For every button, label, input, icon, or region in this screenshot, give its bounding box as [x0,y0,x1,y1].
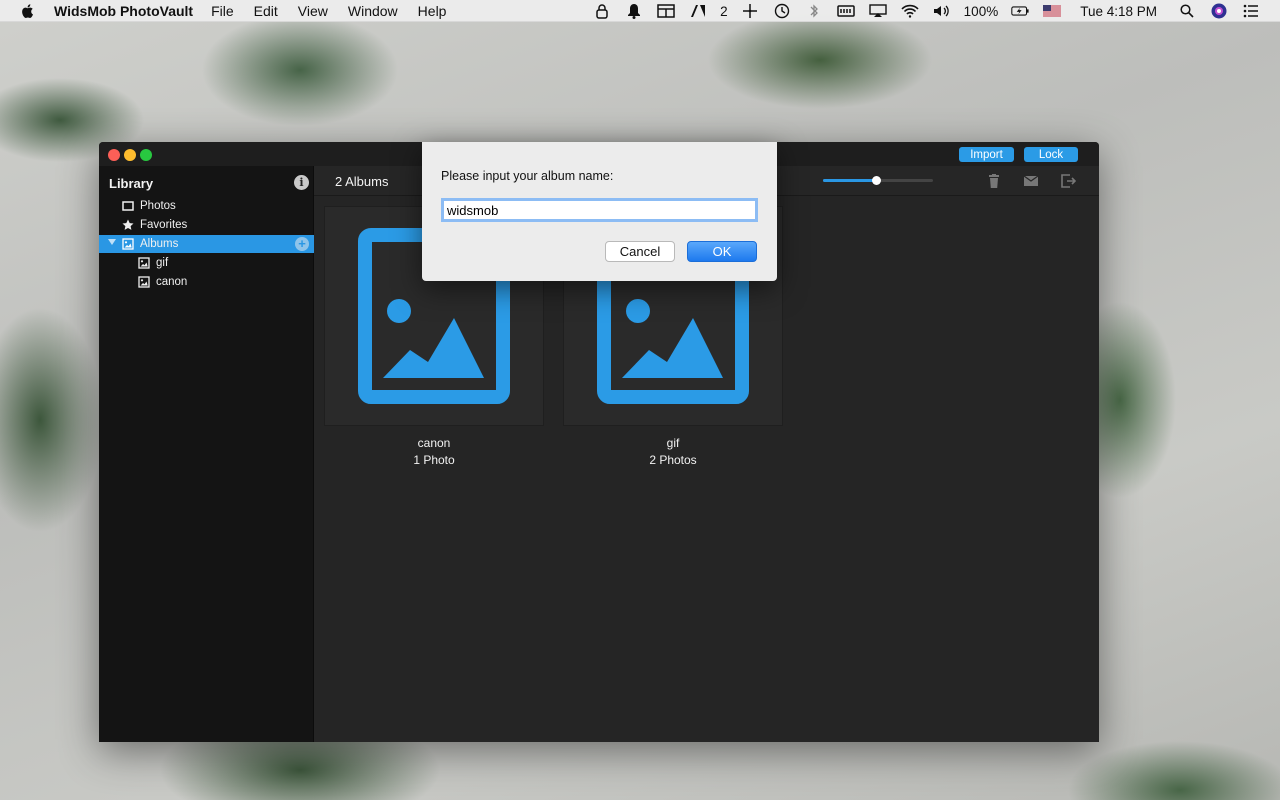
sidebar-item-label: Albums [140,238,179,250]
app-menu[interactable]: WidsMob PhotoVault [54,3,193,19]
photos-icon [121,200,134,212]
slider-fill [823,179,876,182]
album-photo-count: 2 Photos [649,453,697,467]
album-icon [121,238,134,250]
album-name-input[interactable] [441,198,758,222]
zoom-window-button[interactable] [140,149,152,161]
sidebar-item-label: canon [156,276,188,288]
sidebar-item-label: Photos [140,200,176,212]
album-name-dialog: Please input your album name: Cancel OK [422,142,777,281]
star-icon [121,219,134,231]
sidebar-item-favorites[interactable]: Favorites [99,216,314,234]
dialog-prompt: Please input your album name: [441,169,614,183]
battery-charging-icon[interactable] [1011,3,1029,19]
album-count-title: 2 Albums [335,174,389,189]
disclosure-triangle-icon[interactable] [108,239,116,245]
lock-button[interactable]: Lock [1024,147,1078,162]
siri-icon[interactable] [1210,3,1228,19]
sidebar-item-photos[interactable]: Photos [99,197,314,215]
wifi-icon[interactable] [901,3,919,19]
us-flag-icon[interactable] [1043,3,1062,19]
time-machine-icon[interactable] [773,3,791,19]
memory-icon[interactable] [836,3,855,19]
volume-icon[interactable] [933,3,951,19]
album-icon [137,257,150,269]
spotlight-search-icon[interactable] [1178,3,1196,19]
library-title: Library [109,176,154,191]
sidebar-item-gif[interactable]: gif [99,254,314,272]
ok-button[interactable]: OK [687,241,757,262]
battery-percent: 100% [963,3,999,19]
menu-bar: WidsMob PhotoVault File Edit View Window… [0,0,1280,22]
close-window-button[interactable] [108,149,120,161]
sidebar-item-label: Favorites [140,219,188,231]
album-icon [137,276,150,288]
menu-view[interactable]: View [298,3,328,19]
album-name: gif [666,436,680,450]
airplay-icon[interactable] [868,3,887,19]
vault-lock-icon[interactable] [593,3,611,19]
minimize-window-button[interactable] [124,149,136,161]
menu-window[interactable]: Window [348,3,398,19]
info-icon[interactable]: i [294,175,309,190]
cancel-button[interactable]: Cancel [605,241,675,262]
fan-icon[interactable] [741,3,759,19]
menu-edit[interactable]: Edit [254,3,278,19]
adobe-count: 2 [720,3,728,19]
window-manager-icon[interactable] [657,3,675,19]
mail-icon[interactable] [1023,173,1039,189]
album-photo-count: 1 Photo [413,453,455,467]
thumbnail-size-slider[interactable] [823,176,933,185]
notification-bell-icon[interactable] [625,3,643,19]
sidebar-item-label: gif [156,257,169,269]
bluetooth-icon[interactable] [805,3,823,19]
clock[interactable]: Tue 4:18 PM [1080,4,1157,19]
export-icon[interactable] [1060,173,1077,189]
add-album-icon[interactable]: + [295,237,309,251]
menu-help[interactable]: Help [418,3,447,19]
adobe-icon[interactable] [689,3,707,19]
sidebar: Library i Photos Favorites Albums + gif … [99,166,314,742]
sidebar-item-canon[interactable]: canon [99,273,314,291]
menu-file[interactable]: File [211,3,234,19]
notification-center-icon[interactable] [1242,3,1260,19]
import-button[interactable]: Import [959,147,1014,162]
apple-logo-icon[interactable] [20,3,36,19]
slider-knob[interactable] [872,176,881,185]
trash-icon[interactable] [986,173,1002,189]
status-tray: 2 100% Tue 4:18 PM [586,0,1280,22]
sidebar-item-albums[interactable]: Albums + [99,235,314,253]
album-name: canon [417,436,451,450]
